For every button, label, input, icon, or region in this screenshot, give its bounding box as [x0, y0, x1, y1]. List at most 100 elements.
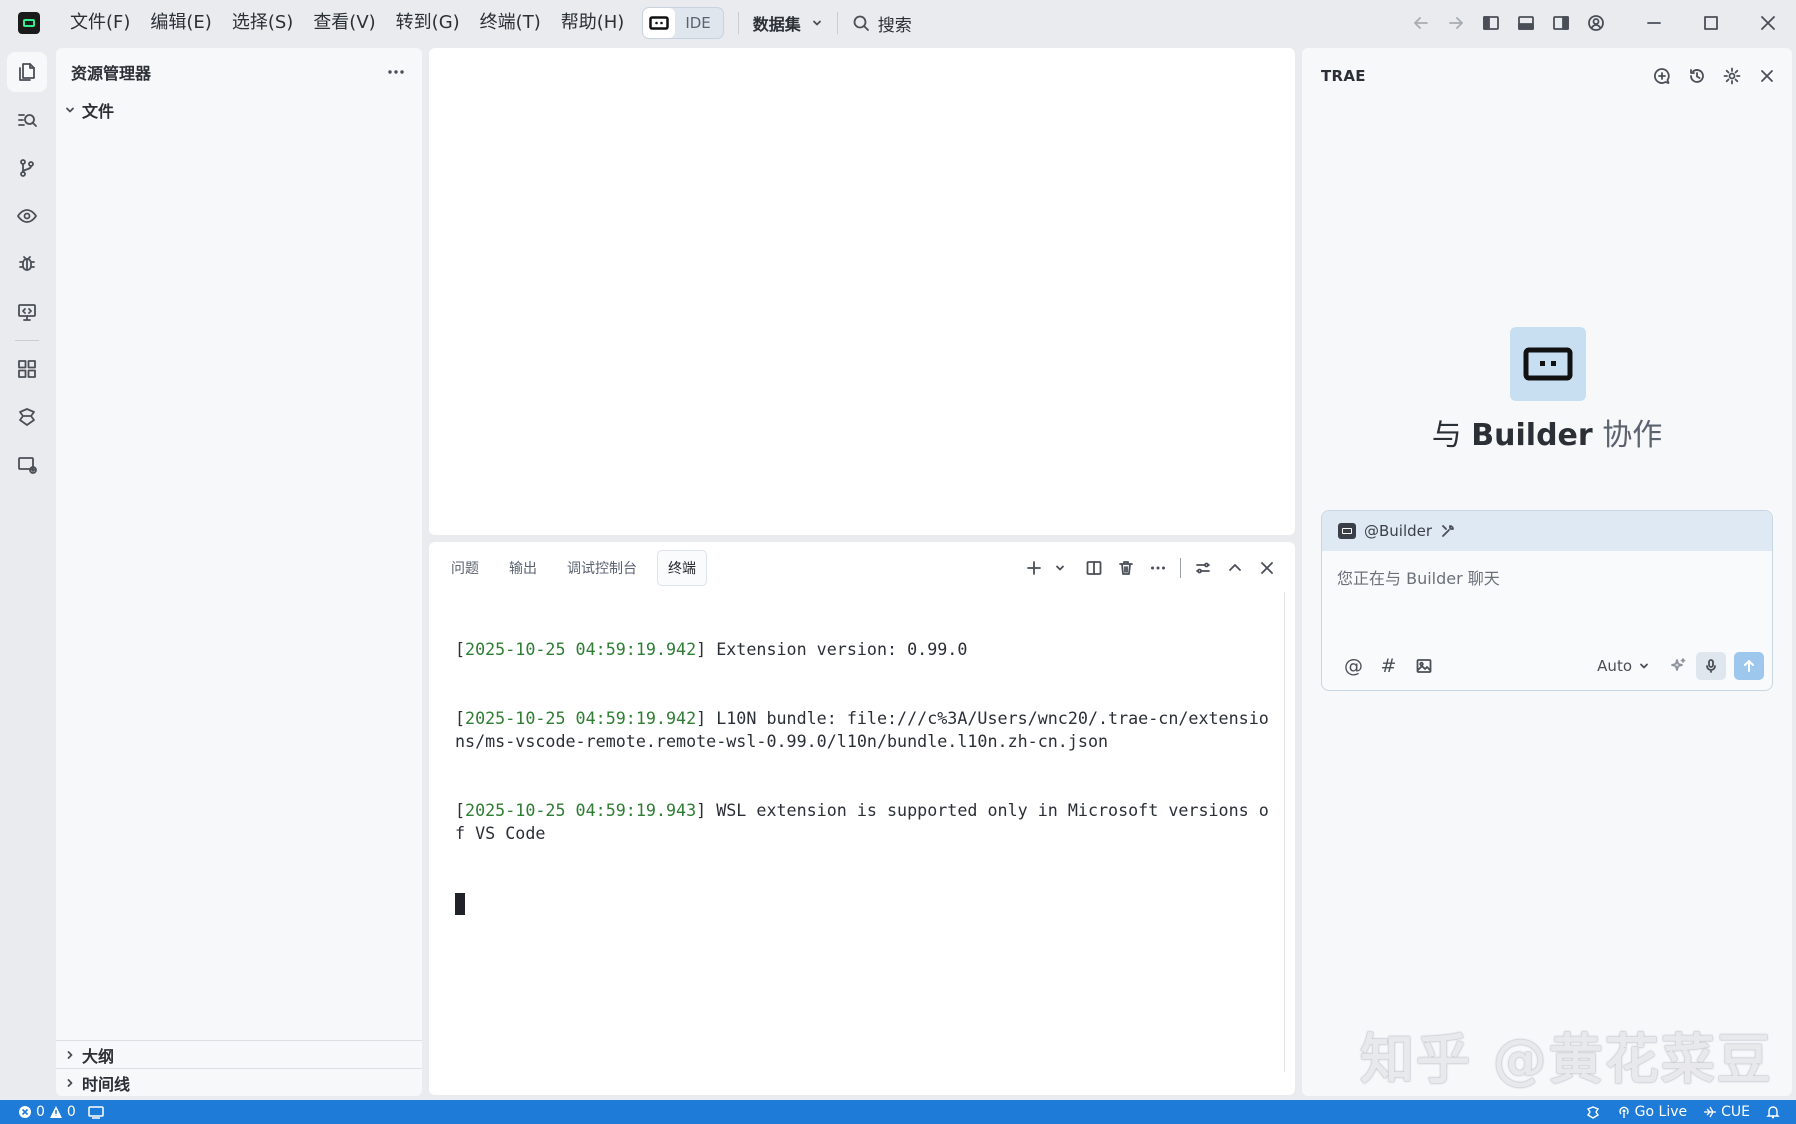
remote-window-icon[interactable]	[7, 292, 47, 332]
mention-button[interactable]: @	[1336, 650, 1371, 682]
folder-label: 文件	[82, 102, 115, 121]
tools-icon[interactable]	[1440, 523, 1456, 539]
microphone-icon[interactable]	[1696, 652, 1726, 680]
chat-input[interactable]: 您正在与 Builder 聊天	[1322, 551, 1772, 643]
hero-suffix: 协作	[1592, 418, 1663, 453]
go-live-button[interactable]: Go Live	[1617, 1104, 1687, 1120]
terminal-timestamp: 2025-10-25 04:59:19.942	[465, 639, 697, 659]
trae-agent-icon	[1586, 1106, 1599, 1119]
terminal-timestamp: 2025-10-25 04:59:19.943	[465, 800, 697, 820]
history-icon[interactable]	[1679, 59, 1714, 94]
chevron-right-icon	[64, 1077, 76, 1089]
outline-section[interactable]: 大纲	[56, 1040, 422, 1068]
terminal-timestamp: 2025-10-25 04:59:19.942	[465, 708, 697, 728]
dataset-label: 数据集	[752, 15, 801, 34]
agent-mention-bar: @Builder	[1322, 511, 1772, 551]
editor-area[interactable]	[429, 48, 1295, 535]
toggle-right-sidebar-icon[interactable]	[1543, 0, 1578, 46]
hash-context-button[interactable]: #	[1371, 650, 1406, 682]
terminal-text: Extension version: 0.99.0	[716, 639, 968, 659]
arrow-up-icon	[1744, 659, 1754, 672]
terminal-settings-icon[interactable]	[1187, 552, 1219, 584]
tab-terminal[interactable]: 终端	[657, 550, 707, 586]
split-terminal-icon[interactable]	[1078, 552, 1110, 584]
forward-arrow-icon[interactable]	[1438, 0, 1473, 46]
tab-problems[interactable]: 问题	[441, 551, 489, 585]
builder-chip-icon	[1338, 523, 1356, 539]
back-arrow-icon[interactable]	[1403, 0, 1438, 46]
more-actions-icon[interactable]	[1142, 552, 1174, 584]
timeline-section[interactable]: 时间线	[56, 1068, 422, 1096]
ide-mode-button[interactable]: IDE	[675, 8, 722, 38]
divider	[737, 12, 739, 34]
watermark: 知乎 @黄花菜豆	[1360, 1028, 1773, 1091]
chevron-down-icon	[811, 17, 823, 29]
chevron-down-icon	[1638, 660, 1650, 672]
solo-chip-icon	[649, 16, 670, 30]
ports-status[interactable]	[88, 1105, 104, 1119]
go-live-label: Go Live	[1634, 1104, 1688, 1120]
new-chat-icon[interactable]	[1644, 59, 1679, 94]
settings-gear-icon[interactable]	[1714, 59, 1749, 94]
agent-mention: @Builder	[1364, 522, 1433, 540]
menu-edit[interactable]: 编辑(E)	[140, 0, 221, 46]
menu-selection[interactable]: 选择(S)	[222, 0, 303, 46]
send-button[interactable]	[1734, 652, 1764, 680]
explorer-panel: 资源管理器 文件 大纲 时间线	[56, 48, 422, 1096]
dataset-dropdown[interactable]: 数据集	[753, 11, 823, 35]
cue-status[interactable]: CUE	[1703, 1104, 1750, 1120]
chevron-down-icon[interactable]	[1050, 552, 1070, 584]
source-control-icon[interactable]	[7, 148, 47, 188]
error-icon	[19, 1106, 31, 1118]
trash-icon[interactable]	[1110, 552, 1142, 584]
divider	[1180, 558, 1181, 578]
more-actions-icon[interactable]	[386, 62, 406, 82]
mode-toggle[interactable]: IDE	[642, 7, 724, 39]
search-button[interactable]: 搜索	[852, 11, 912, 36]
activity-bar	[0, 46, 55, 1100]
builder-logo-icon	[1510, 327, 1586, 401]
menu-view[interactable]: 查看(V)	[303, 0, 385, 46]
outline-label: 大纲	[82, 1046, 115, 1066]
close-panel-icon[interactable]	[1251, 552, 1283, 584]
debug-icon[interactable]	[7, 244, 47, 284]
model-select[interactable]: Auto	[1597, 657, 1650, 675]
sparkle-icon[interactable]	[1664, 650, 1692, 682]
solo-mode-button[interactable]	[643, 8, 676, 38]
chevron-right-icon	[64, 1049, 76, 1061]
close-window-icon[interactable]	[1739, 0, 1796, 46]
toggle-left-sidebar-icon[interactable]	[1473, 0, 1508, 46]
account-icon[interactable]	[1578, 0, 1613, 46]
menu-help[interactable]: 帮助(H)	[551, 0, 635, 46]
problems-status[interactable]: 0 0	[18, 1104, 76, 1120]
menu-terminal[interactable]: 终端(T)	[470, 0, 551, 46]
folder-row[interactable]: 文件	[56, 96, 422, 124]
hero-title: 与 Builder 协作	[1302, 410, 1792, 454]
minimize-icon[interactable]	[1625, 0, 1682, 46]
extensions-icon[interactable]	[7, 349, 47, 389]
tab-output[interactable]: 输出	[499, 551, 547, 585]
remote-explorer-icon[interactable]	[7, 196, 47, 236]
maximize-panel-icon[interactable]	[1219, 552, 1251, 584]
menu-file[interactable]: 文件(F)	[60, 0, 140, 46]
terminal-scrollbar[interactable]	[1284, 592, 1285, 1072]
terminal-output[interactable]: [2025-10-25 04:59:19.942] Extension vers…	[455, 592, 1277, 963]
chat-input-box[interactable]: @Builder 您正在与 Builder 聊天 @ # Auto	[1321, 510, 1773, 691]
chat-title: TRAE	[1321, 67, 1366, 85]
image-upload-icon[interactable]	[1406, 650, 1441, 682]
explorer-title: 资源管理器	[71, 64, 152, 83]
maximize-icon[interactable]	[1682, 0, 1739, 46]
notifications-button[interactable]	[1766, 1105, 1780, 1119]
trae-agent-icon[interactable]	[7, 397, 47, 437]
trae-status[interactable]	[1585, 1104, 1601, 1120]
explorer-icon[interactable]	[7, 52, 47, 92]
tab-debug-console[interactable]: 调试控制台	[557, 551, 647, 585]
timeline-label: 时间线	[82, 1074, 131, 1094]
close-icon[interactable]	[1749, 59, 1784, 94]
menu-go[interactable]: 转到(G)	[386, 0, 470, 46]
toggle-panel-icon[interactable]	[1508, 0, 1543, 46]
new-terminal-icon[interactable]	[1018, 552, 1050, 584]
remote-connect-icon[interactable]	[7, 445, 47, 485]
search-code-icon[interactable]	[7, 100, 47, 140]
terminal-line: [2025-10-25 04:59:19.943] WSL extension …	[455, 800, 1269, 843]
